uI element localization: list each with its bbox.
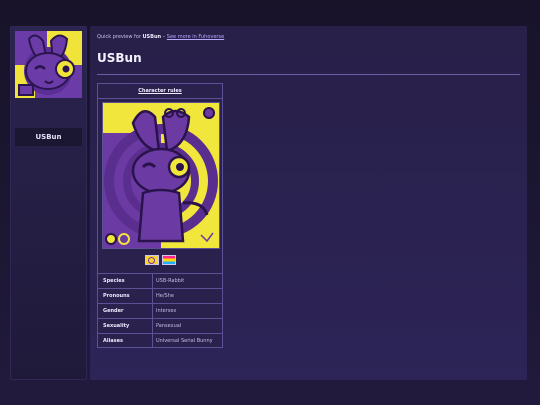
row-value: Intersex: [156, 308, 177, 314]
row-value: Universal Serial Bunny: [156, 338, 213, 344]
breadcrumb-character-name: USBun: [142, 34, 162, 40]
table-row: Pronouns He/She: [98, 288, 222, 303]
sidebar: USBun: [10, 26, 87, 380]
breadcrumb-prefix: Quick preview for: [97, 34, 141, 40]
character-artwork-icon: [103, 103, 219, 248]
flag-row: [98, 255, 222, 267]
row-value: He/She: [156, 293, 174, 299]
table-row: Aliases Universal Serial Bunny: [98, 333, 222, 348]
main-panel: Quick preview for USBun – See more in Fu…: [90, 26, 527, 380]
breadcrumb-separator: –: [162, 34, 166, 40]
avatar[interactable]: [15, 31, 82, 98]
row-key: Species: [98, 274, 153, 288]
intersex-flag-ring: [148, 256, 155, 264]
pansexual-flag: [161, 255, 176, 265]
usbun-avatar-icon: [15, 31, 82, 98]
row-value: Pansexual: [156, 323, 182, 329]
row-key: Sexuality: [98, 319, 153, 333]
sidebar-character-name[interactable]: USBun: [15, 128, 82, 146]
page: USBun Quick preview for USBun – See more…: [0, 0, 540, 405]
page-title: USBun: [97, 51, 142, 65]
title-divider: [97, 74, 520, 75]
row-key: Pronouns: [98, 289, 153, 303]
row-value: USB-Rabbit: [156, 278, 185, 284]
row-key: Aliases: [98, 334, 153, 348]
table-row: Sexuality Pansexual: [98, 318, 222, 333]
character-rules-link[interactable]: Character rules: [98, 84, 222, 99]
character-artwork[interactable]: [102, 102, 220, 249]
see-more-link[interactable]: See more in Fuhoverse: [167, 34, 224, 40]
breadcrumb: Quick preview for USBun – See more in Fu…: [97, 34, 224, 40]
table-row: Gender Intersex: [98, 303, 222, 318]
row-key: Gender: [98, 304, 153, 318]
character-info-table: Species USB-Rabbit Pronouns He/She Gende…: [98, 273, 222, 348]
table-row: Species USB-Rabbit: [98, 273, 222, 288]
character-card: Character rules Species USB-Rabbit Prono…: [97, 83, 223, 348]
intersex-flag: [144, 255, 159, 265]
